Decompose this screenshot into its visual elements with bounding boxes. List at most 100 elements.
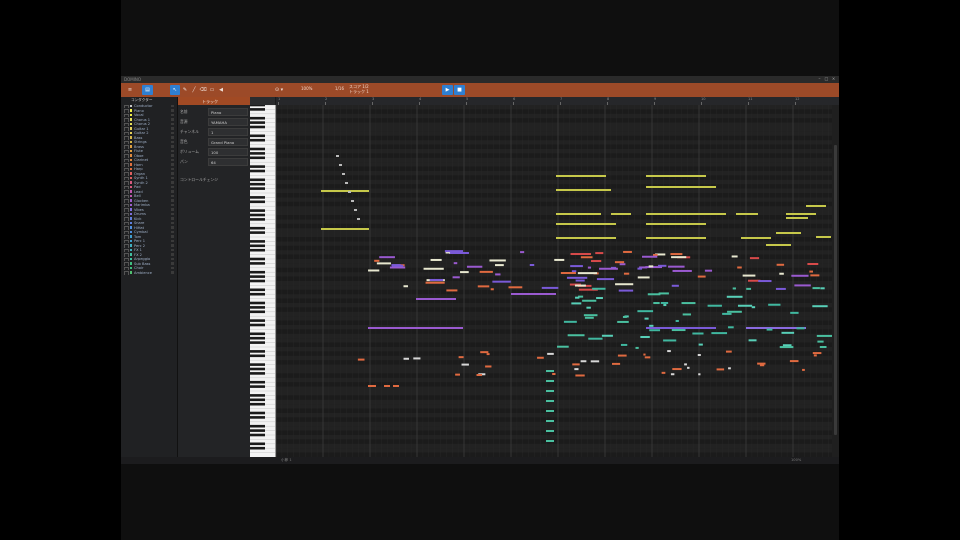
track-check-icon[interactable] (124, 271, 129, 275)
track-solo-icon[interactable] (171, 104, 174, 108)
minimize-icon[interactable]: – (817, 77, 822, 81)
midi-note (449, 252, 469, 255)
midi-note (722, 312, 732, 315)
pencil-icon[interactable]: ✎ (181, 85, 189, 95)
track-color-swatch (130, 104, 132, 108)
ruler-bar-label: 11 (748, 97, 753, 105)
ruler-bar-label: 3 (372, 97, 374, 105)
prop-value-field[interactable]: YAMAHA (208, 118, 248, 126)
track-solo-icon[interactable] (171, 181, 174, 184)
track-solo-icon[interactable] (171, 248, 174, 252)
midi-note (557, 345, 569, 348)
midi-note (646, 327, 716, 329)
track-solo-icon[interactable] (171, 167, 174, 171)
track-solo-icon[interactable] (171, 145, 174, 148)
track-solo-icon[interactable] (171, 208, 174, 211)
snap-value[interactable]: 1/16 (335, 86, 344, 91)
track-solo-icon[interactable] (171, 140, 174, 144)
stop-icon[interactable]: ■ (454, 85, 465, 95)
track-solo-icon[interactable] (171, 217, 174, 220)
midi-note (455, 373, 460, 376)
track-solo-icon[interactable] (171, 244, 174, 247)
grid-row (276, 127, 832, 132)
track-solo-icon[interactable] (171, 239, 174, 243)
track-solo-icon[interactable] (171, 131, 174, 135)
track-solo-icon[interactable] (171, 212, 174, 216)
midi-note (546, 370, 554, 372)
midi-note (786, 213, 816, 215)
track-solo-icon[interactable] (171, 226, 174, 229)
track-solo-icon[interactable] (171, 185, 174, 189)
eraser-icon[interactable]: ⌫ (199, 85, 207, 95)
track-color-swatch (130, 239, 132, 243)
maximize-icon[interactable]: □ (824, 77, 829, 81)
midi-note (556, 223, 616, 225)
track-solo-icon[interactable] (171, 154, 174, 157)
track-solo-icon[interactable] (171, 199, 174, 202)
control-change-label[interactable]: コントロールチェンジ (180, 177, 218, 183)
track-solo-icon[interactable] (171, 127, 174, 130)
pointer-icon[interactable]: ↖ (170, 85, 180, 95)
close-icon[interactable]: × (831, 77, 836, 81)
prop-value-field[interactable]: Grand Piano (208, 138, 248, 146)
track-solo-icon[interactable] (171, 149, 174, 153)
track-solo-icon[interactable] (171, 176, 174, 180)
prop-value-field[interactable]: 1 (208, 128, 248, 136)
zoom-dropdown[interactable]: ⊙ ▾ (271, 85, 287, 95)
save-button[interactable]: ▤ (142, 85, 153, 95)
black-key (250, 292, 265, 296)
track-solo-icon[interactable] (171, 122, 174, 126)
track-solo-icon[interactable] (171, 235, 174, 238)
black-key (250, 121, 265, 124)
grid-row (276, 259, 832, 264)
track-solo-icon[interactable] (171, 271, 174, 274)
track-item[interactable]: Ambience (122, 271, 176, 275)
midi-note (618, 289, 634, 292)
measure-ruler[interactable]: 1 2 3 4 5 6 7 8 9 10 11 12 (276, 97, 839, 105)
track-solo-icon[interactable] (171, 109, 174, 112)
prop-value-field[interactable]: Piano (208, 108, 248, 116)
prop-value-field[interactable]: 100 (208, 148, 248, 156)
track-solo-icon[interactable] (171, 190, 174, 193)
grid-row (276, 197, 832, 202)
prop-value-field[interactable]: 64 (208, 158, 248, 166)
track-solo-icon[interactable] (171, 136, 174, 139)
black-key (250, 156, 265, 160)
vertical-scrollbar[interactable] (832, 105, 839, 457)
scroll-thumb[interactable] (834, 145, 837, 435)
grid-row (276, 122, 832, 127)
track-solo-icon[interactable] (171, 203, 174, 207)
speaker-icon[interactable]: ◀ (217, 85, 225, 95)
track-solo-icon[interactable] (171, 194, 174, 198)
midi-note (671, 284, 679, 287)
track-solo-icon[interactable] (171, 118, 174, 121)
play-icon[interactable]: ▶ (442, 85, 453, 95)
zoom-value[interactable]: 100% (301, 86, 312, 91)
midi-note (649, 329, 661, 332)
line-icon[interactable]: ╱ (190, 85, 198, 95)
midi-note (547, 352, 554, 355)
piano-roll-grid[interactable] (276, 105, 832, 457)
select-icon[interactable]: ▭ (208, 85, 216, 95)
track-solo-icon[interactable] (171, 158, 174, 162)
track-solo-icon[interactable] (171, 230, 174, 234)
midi-note (479, 270, 493, 273)
piano-keyboard[interactable] (250, 103, 276, 457)
track-solo-icon[interactable] (171, 113, 174, 117)
track-solo-icon[interactable] (171, 172, 174, 175)
track-solo-icon[interactable] (171, 253, 174, 256)
ruler-bar-label: 7 (560, 97, 562, 105)
black-key (250, 341, 265, 344)
track-solo-icon[interactable] (171, 163, 174, 166)
midi-note (681, 302, 696, 305)
menu-icon[interactable]: ≡ (126, 85, 134, 95)
black-key (250, 165, 265, 168)
midi-note (567, 334, 585, 337)
track-solo-icon[interactable] (171, 221, 174, 225)
grid-row (276, 140, 832, 145)
track-solo-icon[interactable] (171, 262, 174, 265)
track-solo-icon[interactable] (171, 257, 174, 261)
midi-note (817, 340, 824, 343)
track-solo-icon[interactable] (171, 266, 174, 270)
midi-note (781, 331, 795, 334)
